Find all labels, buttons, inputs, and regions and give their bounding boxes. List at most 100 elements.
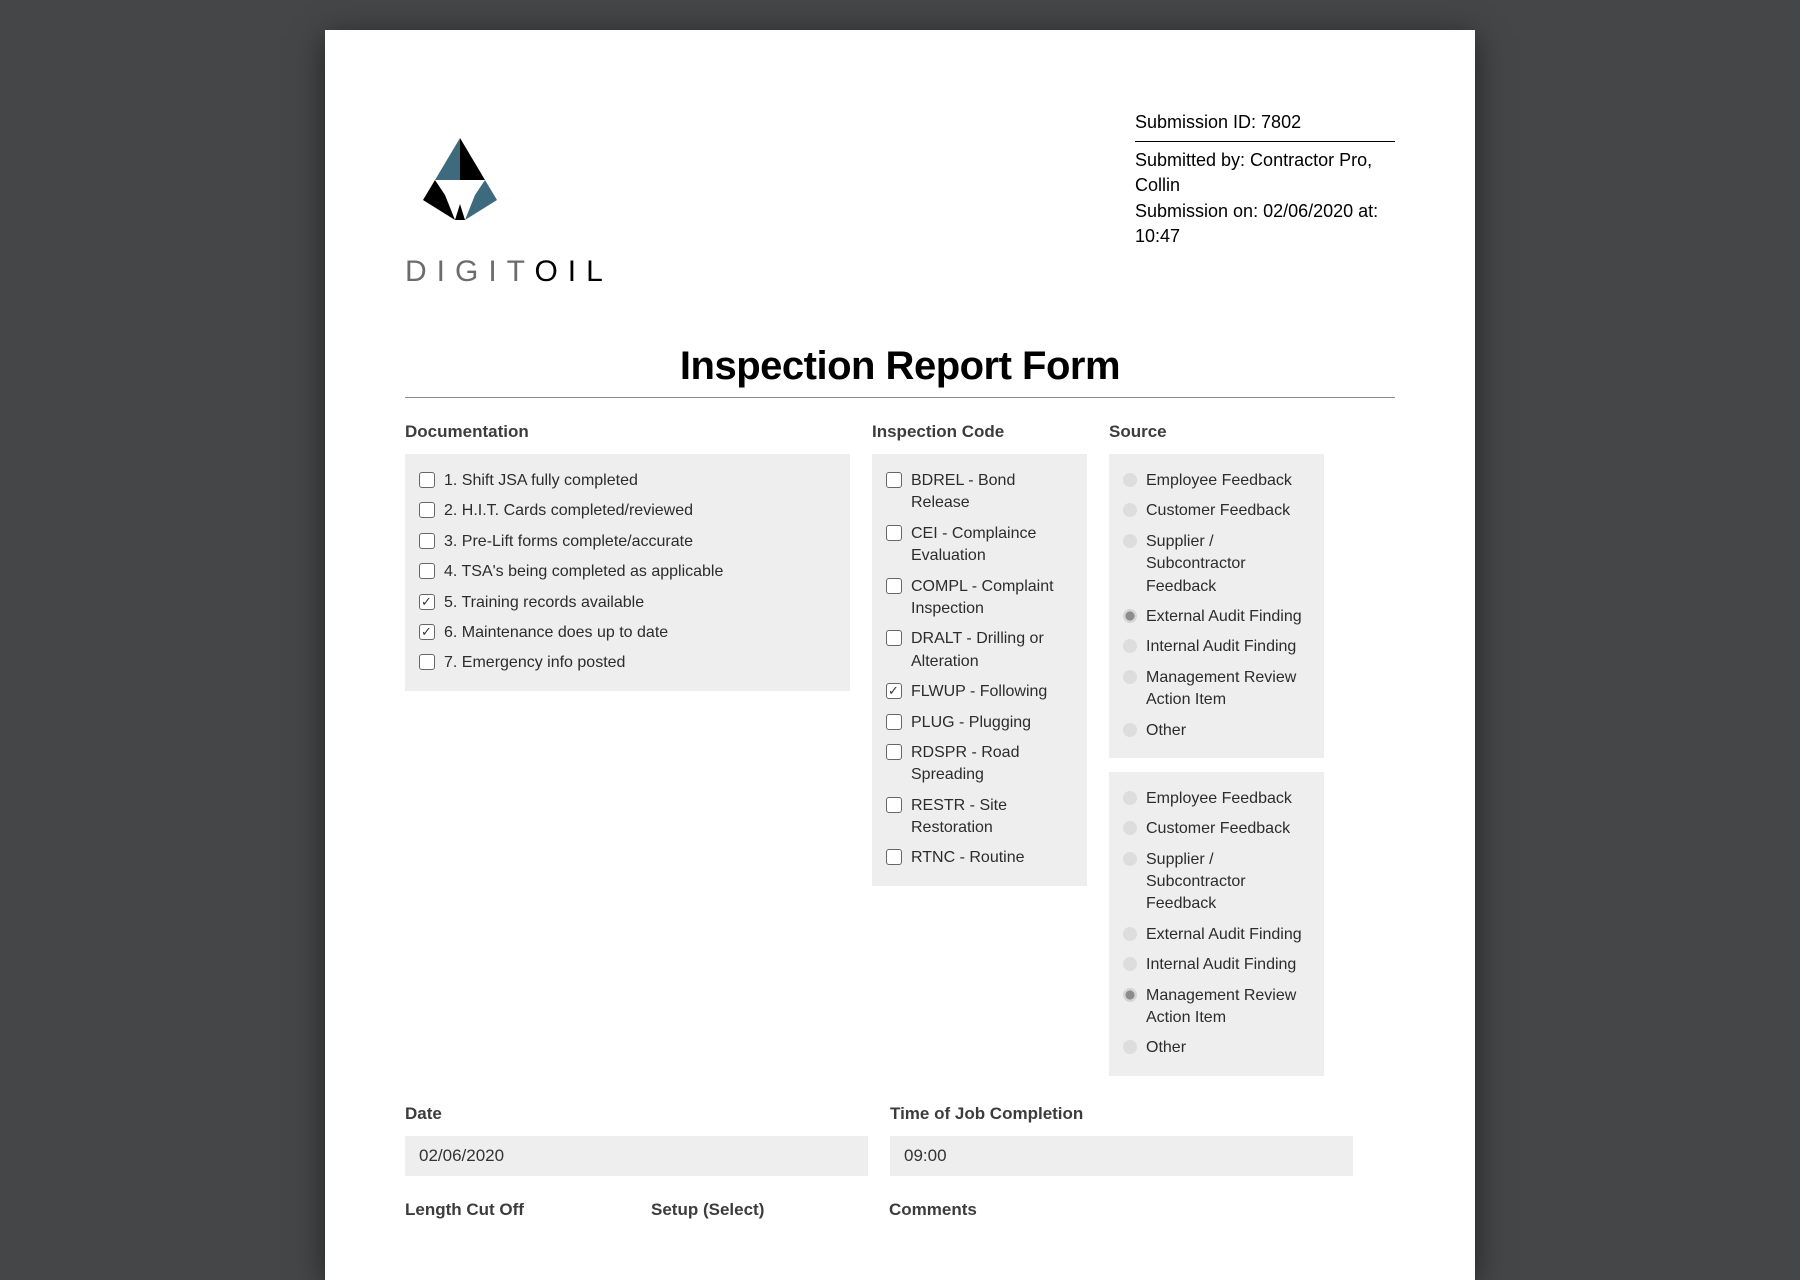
date-label: Date (405, 1104, 868, 1124)
radio-icon[interactable] (1123, 791, 1137, 805)
radio-item[interactable]: External Audit Finding (1123, 920, 1310, 950)
radio-icon[interactable] (1123, 852, 1137, 866)
checkbox-item[interactable]: 4. TSA's being completed as applicable (419, 557, 836, 587)
submission-meta: Submission ID: 7802 Submitted by: Contra… (1135, 110, 1395, 249)
radio-item[interactable]: Customer Feedback (1123, 814, 1310, 844)
checkbox-icon[interactable] (886, 630, 902, 646)
radio-item[interactable]: Internal Audit Finding (1123, 632, 1310, 662)
checkbox-icon[interactable] (886, 797, 902, 813)
checkbox-icon[interactable] (886, 472, 902, 488)
submitted-by: Submitted by: Contractor Pro, Collin (1135, 148, 1395, 198)
comments-label: Comments (889, 1200, 977, 1220)
radio-icon[interactable] (1123, 927, 1137, 941)
logo-text: DIGITOIL (405, 255, 1395, 289)
checkbox-item[interactable]: 5. Training records available (419, 588, 836, 618)
radio-item[interactable]: Employee Feedback (1123, 784, 1310, 814)
radio-icon[interactable] (1123, 723, 1137, 737)
date-value[interactable]: 02/06/2020 (405, 1136, 868, 1176)
radio-label: Management Review Action Item (1146, 985, 1310, 1030)
radio-label: Other (1146, 1037, 1186, 1059)
checkbox-label: PLUG - Plugging (911, 712, 1031, 734)
checkbox-item[interactable]: BDREL - Bond Release (886, 466, 1073, 519)
checkbox-label: 5. Training records available (444, 592, 644, 614)
checkbox-icon[interactable] (419, 502, 435, 518)
checkbox-item[interactable]: DRALT - Drilling or Alteration (886, 624, 1073, 677)
checkbox-label: COMPL - Complaint Inspection (911, 576, 1073, 621)
radio-item[interactable]: Employee Feedback (1123, 466, 1310, 496)
documentation-label: Documentation (405, 422, 850, 442)
radio-item[interactable]: Other (1123, 716, 1310, 746)
radio-item[interactable]: Supplier / Subcontractor Feedback (1123, 527, 1310, 602)
checkbox-label: RTNC - Routine (911, 847, 1025, 869)
radio-icon[interactable] (1123, 609, 1137, 623)
radio-icon[interactable] (1123, 503, 1137, 517)
checkbox-label: CEI - Complaince Evaluation (911, 523, 1073, 568)
checkbox-item[interactable]: RESTR - Site Restoration (886, 791, 1073, 844)
form-columns: Documentation 1. Shift JSA fully complet… (405, 422, 1395, 1076)
checkbox-item[interactable]: 1. Shift JSA fully completed (419, 466, 836, 496)
checkbox-item[interactable]: 2. H.I.T. Cards completed/reviewed (419, 496, 836, 526)
checkbox-item[interactable]: CEI - Complaince Evaluation (886, 519, 1073, 572)
checkbox-icon[interactable] (419, 472, 435, 488)
radio-icon[interactable] (1123, 639, 1137, 653)
checkbox-icon[interactable] (886, 849, 902, 865)
radio-item[interactable]: Customer Feedback (1123, 496, 1310, 526)
checkbox-label: RDSPR - Road Spreading (911, 742, 1073, 787)
radio-label: Customer Feedback (1146, 500, 1290, 522)
checkbox-icon[interactable] (419, 533, 435, 549)
radio-icon[interactable] (1123, 670, 1137, 684)
radio-item[interactable]: Management Review Action Item (1123, 981, 1310, 1034)
checkbox-icon[interactable] (886, 714, 902, 730)
radio-label: Supplier / Subcontractor Feedback (1146, 531, 1310, 598)
radio-label: Employee Feedback (1146, 470, 1292, 492)
radio-item[interactable]: Supplier / Subcontractor Feedback (1123, 845, 1310, 920)
checkbox-label: 3. Pre-Lift forms complete/accurate (444, 531, 693, 553)
inspection-code-panel: BDREL - Bond Release CEI - Complaince Eva… (872, 454, 1087, 886)
checkbox-icon[interactable] (886, 525, 902, 541)
checkbox-item[interactable]: 6. Maintenance does up to date (419, 618, 836, 648)
checkbox-label: 6. Maintenance does up to date (444, 622, 668, 644)
checkbox-icon[interactable] (886, 744, 902, 760)
checkbox-icon[interactable] (419, 624, 435, 640)
checkbox-label: BDREL - Bond Release (911, 470, 1073, 515)
radio-icon[interactable] (1123, 534, 1137, 548)
source-column: Source Employee FeedbackCustomer Feedbac… (1109, 422, 1324, 1076)
checkbox-label: RESTR - Site Restoration (911, 795, 1073, 840)
setup-label: Setup (Select) (651, 1200, 867, 1220)
page-title: Inspection Report Form (405, 344, 1395, 389)
radio-icon[interactable] (1123, 821, 1137, 835)
checkbox-label: 4. TSA's being completed as applicable (444, 561, 723, 583)
radio-item[interactable]: Management Review Action Item (1123, 663, 1310, 716)
radio-icon[interactable] (1123, 1040, 1137, 1054)
checkbox-icon[interactable] (419, 563, 435, 579)
checkbox-item[interactable]: RTNC - Routine (886, 843, 1073, 873)
radio-icon[interactable] (1123, 473, 1137, 487)
radio-label: Other (1146, 720, 1186, 742)
radio-label: Customer Feedback (1146, 818, 1290, 840)
radio-label: External Audit Finding (1146, 606, 1302, 628)
checkbox-item[interactable]: COMPL - Complaint Inspection (886, 572, 1073, 625)
checkbox-icon[interactable] (419, 654, 435, 670)
submission-id: Submission ID: 7802 (1135, 110, 1395, 142)
checkbox-label: DRALT - Drilling or Alteration (911, 628, 1073, 673)
checkbox-label: FLWUP - Following (911, 681, 1047, 703)
checkbox-item[interactable]: RDSPR - Road Spreading (886, 738, 1073, 791)
checkbox-label: 2. H.I.T. Cards completed/reviewed (444, 500, 693, 522)
checkbox-item[interactable]: 7. Emergency info posted (419, 648, 836, 678)
radio-item[interactable]: Other (1123, 1033, 1310, 1063)
checkbox-item[interactable]: FLWUP - Following (886, 677, 1073, 707)
checkbox-icon[interactable] (419, 594, 435, 610)
time-value[interactable]: 09:00 (890, 1136, 1353, 1176)
radio-icon[interactable] (1123, 988, 1137, 1002)
cutoff-row: Length Cut Off Setup (Select) Comments (405, 1200, 1395, 1220)
checkbox-item[interactable]: PLUG - Plugging (886, 708, 1073, 738)
radio-item[interactable]: External Audit Finding (1123, 602, 1310, 632)
inspection-code-column: Inspection Code BDREL - Bond ReleaseCEI … (872, 422, 1087, 1076)
radio-icon[interactable] (1123, 957, 1137, 971)
checkbox-icon[interactable] (886, 683, 902, 699)
radio-item[interactable]: Internal Audit Finding (1123, 950, 1310, 980)
time-section: Time of Job Completion 09:00 (890, 1104, 1353, 1176)
source-panel-1: Employee Feedback Customer Feedback Suppli… (1109, 454, 1324, 758)
checkbox-icon[interactable] (886, 578, 902, 594)
checkbox-item[interactable]: 3. Pre-Lift forms complete/accurate (419, 527, 836, 557)
